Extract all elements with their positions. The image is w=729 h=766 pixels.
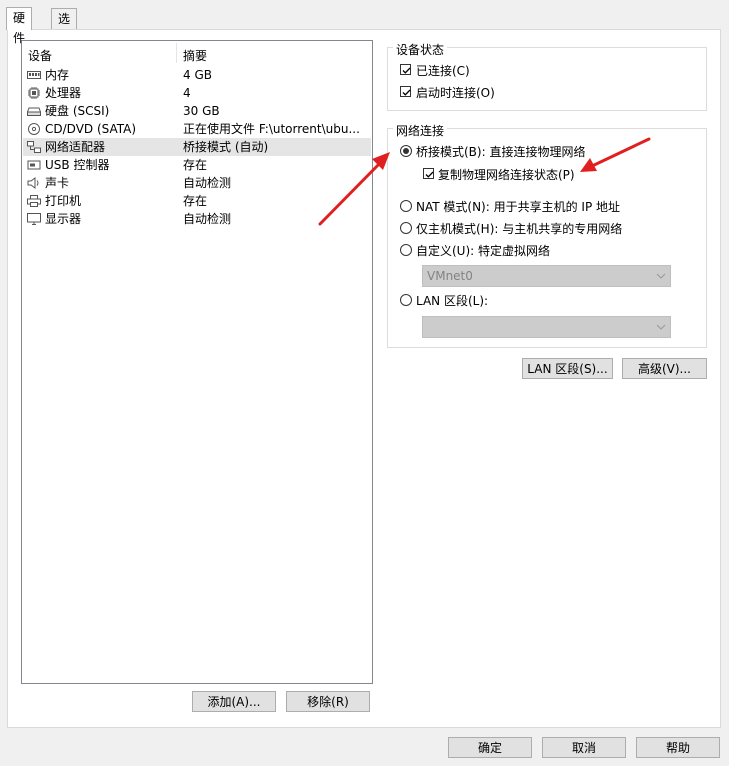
tab-hardware[interactable]: 硬件: [6, 7, 33, 45]
annotation-arrow-1: [318, 152, 390, 226]
annotation-arrow-2: [580, 137, 651, 172]
annotation-arrows: [318, 137, 651, 226]
